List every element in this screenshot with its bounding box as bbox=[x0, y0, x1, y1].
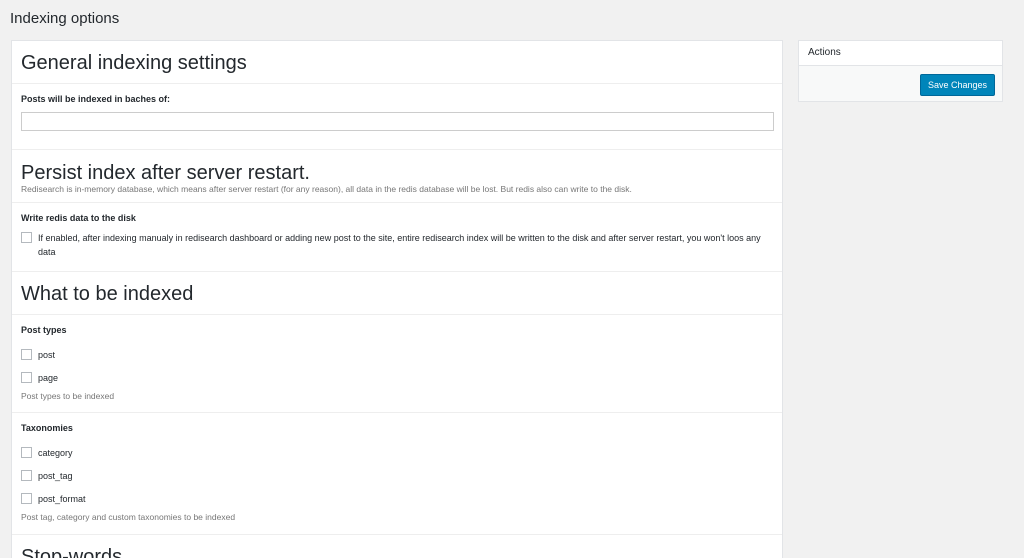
settings-panel: General indexing settings Posts will be … bbox=[11, 40, 783, 558]
taxonomies-label: Taxonomies bbox=[21, 423, 73, 433]
batch-size-field: Posts will be indexed in baches of: bbox=[12, 84, 782, 150]
post-types-field: Post types post page Post types to be in… bbox=[12, 315, 782, 413]
batch-size-label: Posts will be indexed in baches of: bbox=[21, 94, 171, 104]
taxonomy-label: post_format bbox=[38, 493, 86, 504]
taxonomy-label: category bbox=[38, 447, 73, 458]
taxonomy-checkbox[interactable] bbox=[21, 447, 32, 458]
taxonomy-label: post_tag bbox=[38, 470, 73, 481]
write-disk-checkbox-text: If enabled, after indexing manualy in re… bbox=[38, 233, 761, 257]
post-type-checkbox[interactable] bbox=[21, 372, 32, 383]
what-section-title: What to be indexed bbox=[21, 283, 194, 305]
write-disk-field: Write redis data to the disk If enabled,… bbox=[12, 203, 782, 272]
post-types-help: Post types to be indexed bbox=[21, 391, 115, 401]
persist-section-header: Persist index after server restart. Redi… bbox=[12, 150, 782, 203]
write-disk-option[interactable]: If enabled, after indexing manualy in re… bbox=[21, 231, 773, 259]
taxonomy-option-post-tag[interactable]: post_tag bbox=[21, 464, 773, 487]
taxonomies-field: Taxonomies category post_tag post_format… bbox=[12, 413, 782, 535]
write-disk-checkbox[interactable] bbox=[21, 232, 32, 243]
actions-title: Actions bbox=[799, 41, 1002, 66]
actions-panel: Actions Save Changes bbox=[798, 40, 1003, 102]
general-section-header: General indexing settings bbox=[12, 41, 782, 84]
taxonomies-help: Post tag, category and custom taxonomies… bbox=[21, 512, 236, 522]
taxonomy-option-category[interactable]: category bbox=[21, 441, 773, 464]
stopwords-section-header: Stop-words bbox=[12, 535, 782, 558]
taxonomy-checkbox[interactable] bbox=[21, 470, 32, 481]
post-type-label: post bbox=[38, 349, 56, 360]
general-section-title: General indexing settings bbox=[21, 52, 247, 74]
batch-size-input[interactable] bbox=[21, 112, 774, 131]
taxonomy-checkbox[interactable] bbox=[21, 493, 32, 504]
persist-description: Redisearch is in-memory database, which … bbox=[21, 184, 632, 194]
save-changes-button[interactable]: Save Changes bbox=[920, 74, 995, 96]
taxonomy-option-post-format[interactable]: post_format bbox=[21, 487, 773, 510]
write-disk-label: Write redis data to the disk bbox=[21, 213, 136, 223]
persist-section-title: Persist index after server restart. bbox=[21, 162, 310, 184]
post-types-label: Post types bbox=[21, 325, 67, 335]
post-type-checkbox[interactable] bbox=[21, 349, 32, 360]
post-type-option-post[interactable]: post bbox=[21, 343, 773, 366]
post-type-label: page bbox=[38, 372, 59, 383]
stopwords-section-title: Stop-words bbox=[21, 546, 123, 558]
what-section-header: What to be indexed bbox=[12, 272, 782, 315]
post-type-option-page[interactable]: page bbox=[21, 366, 773, 389]
page-title: Indexing options bbox=[10, 10, 120, 27]
